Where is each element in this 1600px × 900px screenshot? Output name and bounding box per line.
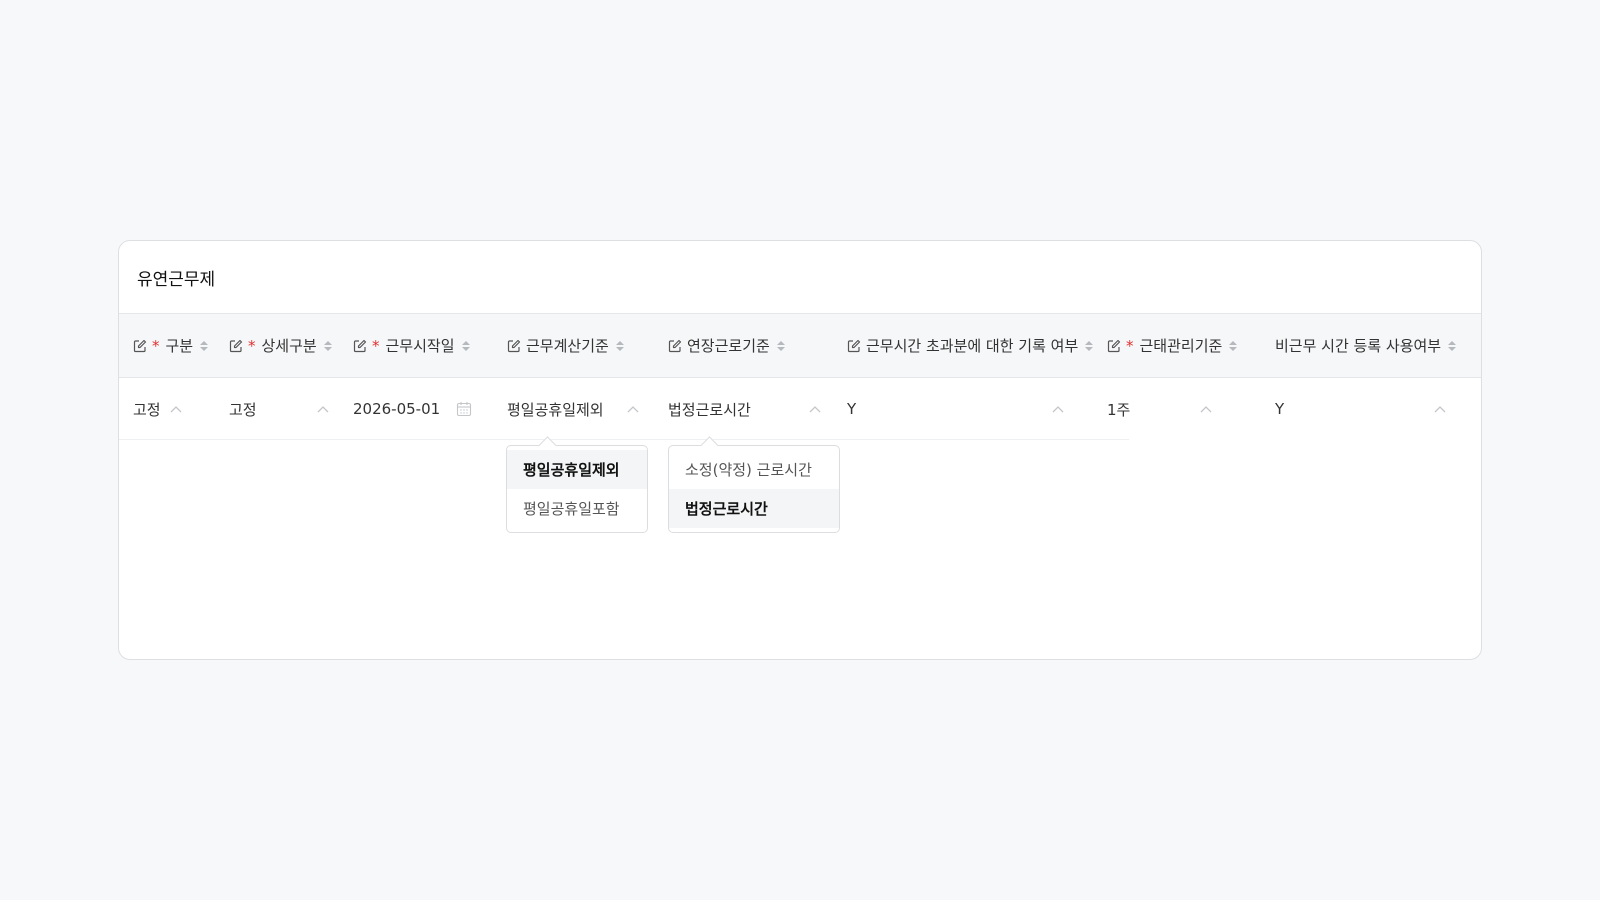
panel-title: 유연근무제	[137, 270, 216, 290]
type-value: 고정	[133, 400, 161, 419]
option-weekday-holiday-included[interactable]: 평일공휴일포함	[507, 489, 647, 528]
required-mark: *	[372, 336, 380, 355]
chevron-up-icon[interactable]	[1433, 398, 1447, 420]
column-label: 상세구분	[261, 337, 317, 355]
column-header-calc-basis[interactable]: 근무계산기준	[507, 314, 625, 377]
chevron-up-icon[interactable]	[808, 398, 822, 420]
chevron-up-icon[interactable]	[316, 398, 330, 420]
column-label: 근태관리기준	[1139, 337, 1223, 355]
column-label: 근무시작일	[385, 337, 455, 355]
sort-icon[interactable]	[1084, 339, 1094, 353]
required-mark: *	[248, 336, 256, 355]
flex-work-panel: 유연근무제 * 구분 * 상세구분 * 근무시작일 근무계산기준 연장근로기준 …	[118, 240, 1482, 660]
table-row	[119, 378, 1129, 440]
option-statutory-hours[interactable]: 법정근로시간	[669, 489, 839, 528]
chevron-up-icon[interactable]	[1051, 398, 1065, 420]
edit-icon	[847, 339, 861, 352]
edit-icon	[668, 339, 682, 352]
column-header-non-work-usage[interactable]: 비근무 시간 등록 사용여부	[1275, 314, 1457, 377]
non-work-usage-select[interactable]: Y	[1275, 378, 1284, 440]
chevron-up-icon[interactable]	[1199, 398, 1213, 420]
sort-icon[interactable]	[1228, 339, 1238, 353]
attendance-basis-select[interactable]: 1주	[1107, 378, 1130, 440]
non-work-usage-value: Y	[1275, 400, 1285, 418]
column-header-overtime-record[interactable]: 근무시간 초과분에 대한 기록 여부	[847, 314, 1094, 377]
column-label: 근무계산기준	[526, 337, 609, 355]
start-date-input[interactable]: 2026-05-01	[353, 378, 440, 440]
column-header-start-date[interactable]: * 근무시작일	[353, 314, 471, 377]
table-header: * 구분 * 상세구분 * 근무시작일 근무계산기준 연장근로기준 근무시간 초…	[119, 313, 1481, 378]
required-mark: *	[1126, 336, 1134, 355]
overtime-record-value: Y	[847, 400, 857, 418]
table-row-tail	[1129, 378, 1481, 440]
overtime-record-select[interactable]: Y	[847, 378, 856, 440]
calendar-icon[interactable]	[456, 401, 472, 417]
sort-icon[interactable]	[776, 339, 786, 353]
type-select[interactable]: 고정	[133, 378, 161, 440]
sort-icon[interactable]	[461, 339, 471, 353]
column-label: 구분	[165, 337, 194, 355]
option-weekday-holiday-excluded[interactable]: 평일공휴일제외	[507, 450, 647, 489]
column-header-overtime-basis[interactable]: 연장근로기준	[668, 314, 786, 377]
edit-icon	[507, 339, 521, 352]
column-header-detail-type[interactable]: * 상세구분	[229, 314, 333, 377]
option-contracted-hours[interactable]: 소정(약정) 근로시간	[669, 450, 839, 489]
detail-type-select[interactable]: 고정	[229, 378, 257, 440]
calc-basis-value: 평일공휴일제외	[507, 400, 604, 419]
attendance-basis-value: 1주	[1107, 400, 1131, 419]
sort-icon[interactable]	[323, 339, 333, 353]
detail-type-value: 고정	[229, 400, 257, 419]
overtime-basis-select[interactable]: 법정근로시간	[668, 378, 751, 440]
calc-basis-dropdown: 평일공휴일제외 평일공휴일포함	[506, 436, 648, 533]
edit-icon	[353, 339, 367, 352]
column-header-type[interactable]: * 구분	[133, 314, 209, 377]
start-date-value: 2026-05-01	[353, 400, 441, 418]
edit-icon	[133, 339, 147, 352]
sort-icon[interactable]	[199, 339, 209, 353]
sort-icon[interactable]	[1447, 339, 1457, 353]
calc-basis-select[interactable]: 평일공휴일제외	[507, 378, 604, 440]
overtime-basis-dropdown: 소정(약정) 근로시간 법정근로시간	[668, 436, 840, 533]
sort-icon[interactable]	[615, 339, 625, 353]
column-label: 근무시간 초과분에 대한 기록 여부	[866, 337, 1079, 355]
chevron-up-icon[interactable]	[626, 398, 640, 420]
column-header-attendance-basis[interactable]: * 근태관리기준	[1107, 314, 1238, 377]
overtime-basis-value: 법정근로시간	[668, 400, 751, 419]
column-label: 연장근로기준	[687, 337, 770, 355]
column-label: 비근무 시간 등록 사용여부	[1275, 337, 1442, 355]
edit-icon	[1107, 339, 1121, 352]
required-mark: *	[152, 336, 160, 355]
edit-icon	[229, 339, 243, 352]
chevron-up-icon[interactable]	[169, 398, 183, 420]
